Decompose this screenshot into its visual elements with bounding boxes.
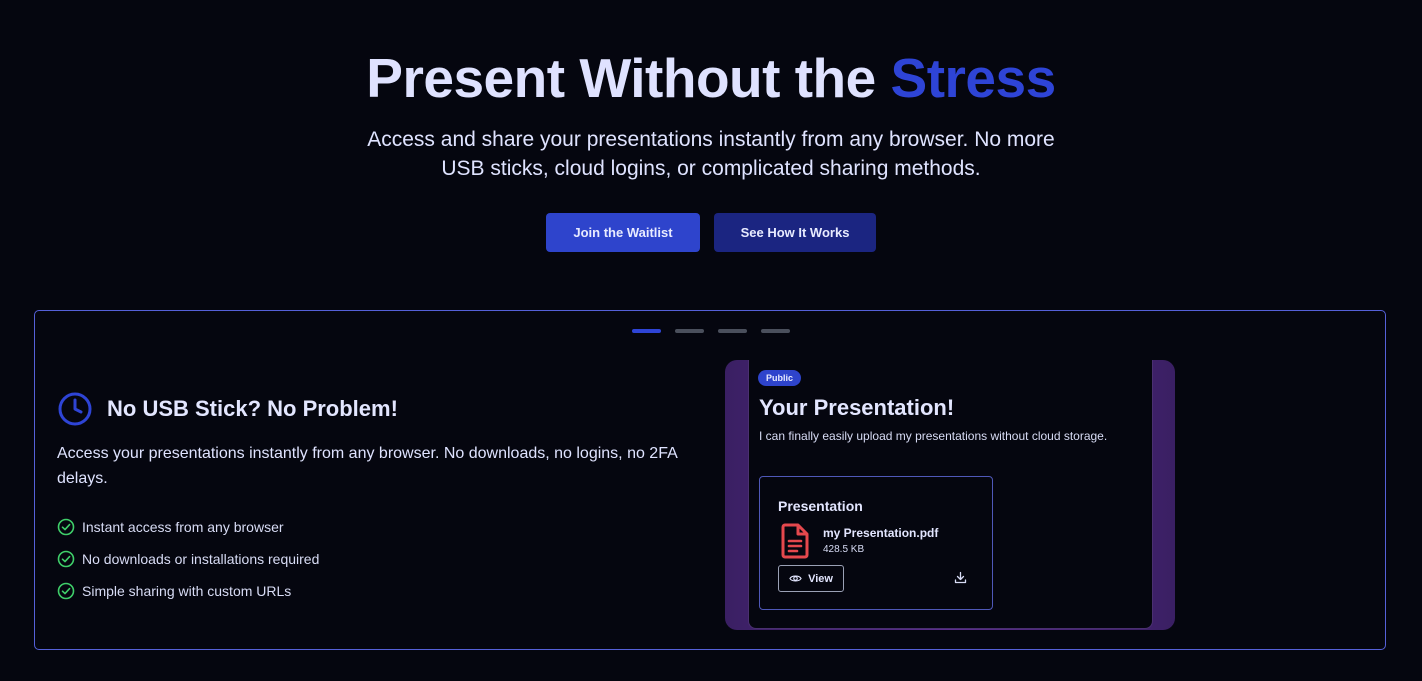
- feature-title: No USB Stick? No Problem!: [107, 396, 398, 421]
- preview-description: I can finally easily upload my presentat…: [759, 429, 1108, 443]
- hero-title-accent: Stress: [890, 47, 1057, 109]
- join-waitlist-button[interactable]: Join the Waitlist: [546, 213, 700, 252]
- check-circle-icon: [57, 582, 75, 600]
- hero-subtitle: Access and share your presentations inst…: [367, 128, 1055, 180]
- file-card-title: Presentation: [778, 498, 863, 514]
- check-circle-icon: [57, 518, 75, 536]
- carousel-dot-1[interactable]: [632, 329, 661, 333]
- feature-carousel: No USB Stick? No Problem! Access your pr…: [34, 310, 1386, 650]
- carousel-dot-4[interactable]: [761, 329, 790, 333]
- download-icon[interactable]: [954, 571, 967, 584]
- preview-card: Public Your Presentation! I can finally …: [748, 360, 1153, 629]
- feature-bullets: Instant access from any browser No downl…: [57, 511, 319, 607]
- file-size: 428.5 KB: [823, 544, 865, 555]
- bullet-text: No downloads or installations required: [82, 551, 320, 567]
- bullet-text: Instant access from any browser: [82, 519, 284, 535]
- preview-title: Your Presentation!: [759, 395, 955, 420]
- pdf-file-icon: [781, 523, 809, 559]
- list-item: Instant access from any browser: [57, 511, 319, 543]
- feature-description: Access your presentations instantly from…: [57, 445, 677, 487]
- clock-icon: [58, 392, 92, 426]
- presentation-preview: Public Your Presentation! I can finally …: [725, 360, 1175, 630]
- see-how-it-works-button[interactable]: See How It Works: [714, 213, 876, 252]
- public-badge: Public: [758, 370, 802, 386]
- carousel-dot-3[interactable]: [718, 329, 747, 333]
- view-button-label: View: [808, 572, 833, 585]
- file-card: Presentation my Presentation.pdf 428.5 K…: [759, 476, 993, 610]
- carousel-dot-2[interactable]: [675, 329, 704, 333]
- carousel-indicators: [632, 329, 790, 333]
- check-circle-icon: [57, 550, 75, 568]
- hero-title-main: Present Without the: [366, 47, 891, 109]
- list-item: Simple sharing with custom URLs: [57, 575, 319, 607]
- eye-icon: [789, 575, 802, 582]
- file-name: my Presentation.pdf: [823, 526, 939, 540]
- hero-title: Present Without the Stress: [0, 46, 1422, 110]
- view-button[interactable]: View: [778, 565, 844, 592]
- bullet-text: Simple sharing with custom URLs: [82, 583, 292, 599]
- list-item: No downloads or installations required: [57, 543, 319, 575]
